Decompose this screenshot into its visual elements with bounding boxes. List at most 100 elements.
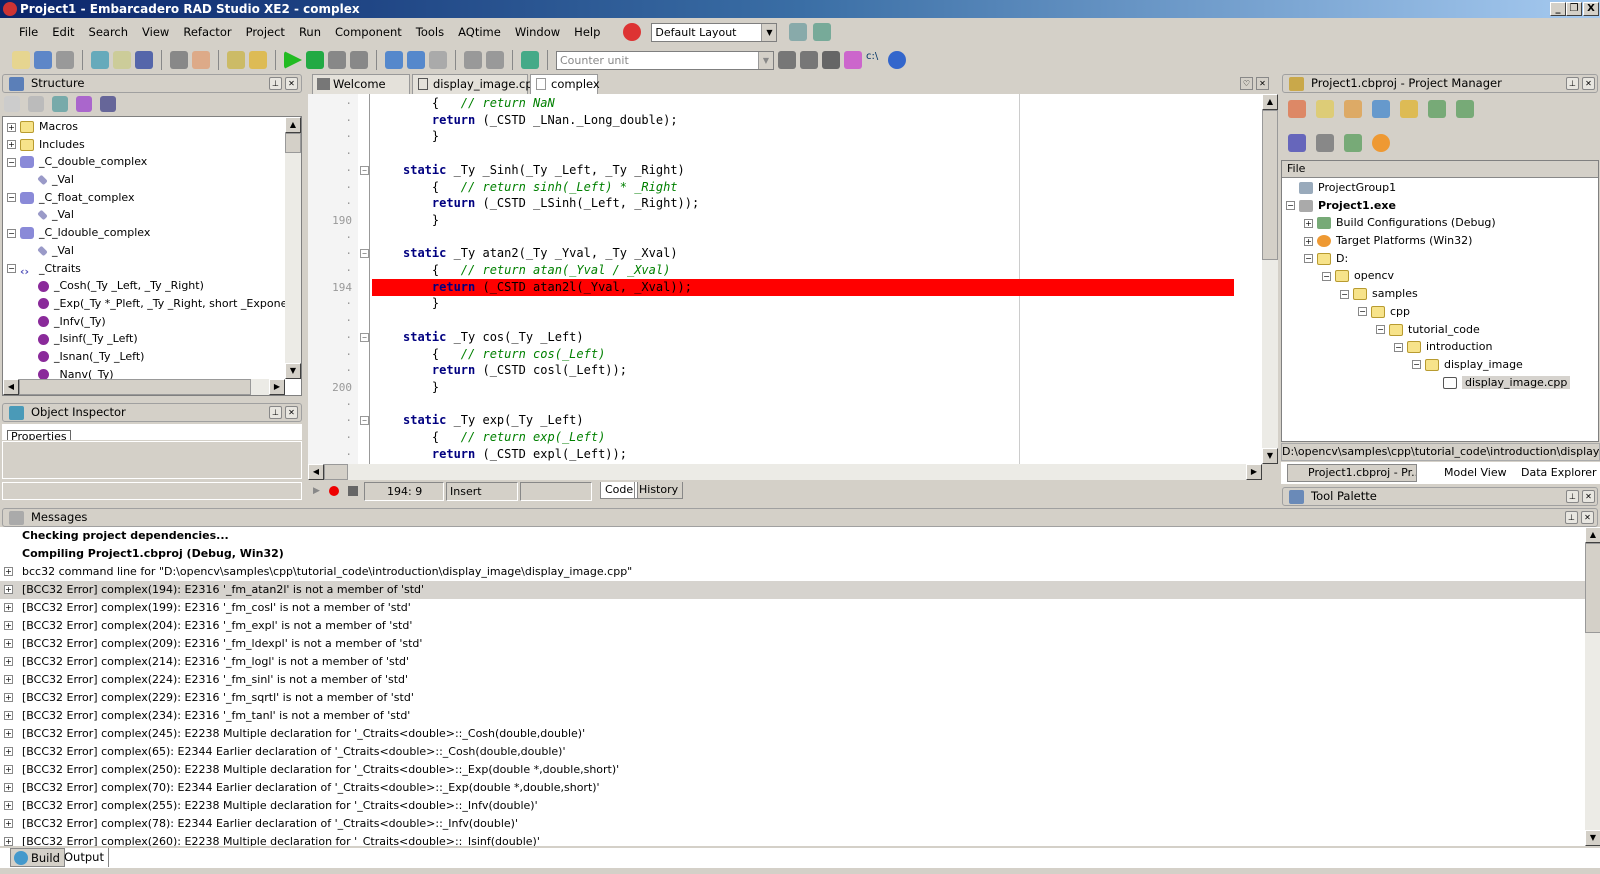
editor-horizontal-scrollbar[interactable]: ◀ ▶ [308,464,1262,480]
expand-icon[interactable]: + [1304,218,1313,228]
save-desktop-icon[interactable] [789,23,808,41]
tree-item[interactable]: + Target Platforms (Win32) [1282,232,1598,250]
tree-item[interactable]: − _C_double_complex [3,153,301,171]
expand-icon[interactable]: + [7,140,16,150]
tab-properties[interactable]: Properties [7,430,71,440]
scroll-left-button[interactable]: ◀ [3,379,19,395]
collapse-icon[interactable]: − [1394,342,1403,352]
menu-project[interactable]: Project [239,25,292,39]
menu-view[interactable]: View [135,25,176,39]
expand-icon[interactable]: + [4,621,13,630]
message-row[interactable]: + [BCC32 Error] complex(234): E2316 '_fm_… [0,707,1585,725]
scroll-thumb[interactable] [285,133,301,153]
pin-icon[interactable]: ⊥ [1566,77,1579,90]
collapse-icon[interactable]: − [1358,307,1367,317]
tree-item[interactable]: − opencv [1282,267,1598,285]
columns-icon[interactable] [100,96,116,112]
add-new-icon[interactable] [1288,100,1306,118]
tree-item[interactable]: − ‹› _Ctraits [3,260,301,278]
record-macro-icon[interactable] [329,486,339,496]
tree-item[interactable]: − cpp [1282,303,1598,321]
tab-display-image-cpp[interactable]: display_image.cpp [412,74,540,94]
list-icon[interactable] [1288,134,1306,152]
pause-icon[interactable] [328,51,346,69]
tree-item[interactable]: − Project1.exe [1282,197,1598,215]
message-row[interactable]: + [BCC32 Error] complex(65): E2344 Earlie… [0,743,1585,761]
tree-item[interactable]: _Isnan(_Ty _Left) [3,348,301,366]
add-file-icon[interactable] [227,51,245,69]
editor-vertical-scrollbar[interactable]: ▲ ▼ [1262,94,1278,464]
tree-item[interactable]: − _C_float_complex [3,189,301,207]
tree-item[interactable]: _Val [3,171,301,189]
tool-palette-header[interactable]: Tool Palette ⊥ ✕ [1282,487,1598,506]
tree-item[interactable]: display_image.cpp [1282,374,1598,392]
tab-project-manager[interactable]: Project1.cbproj - Pr... [1287,464,1417,482]
debug-desktop-icon[interactable] [813,23,832,41]
close-button[interactable]: X [1583,2,1599,16]
build-config-icon[interactable] [1344,134,1362,152]
message-row[interactable]: + [BCC32 Error] complex(194): E2316 '_fm_… [0,581,1585,599]
step-over-icon[interactable] [407,51,425,69]
message-row[interactable]: + [BCC32 Error] complex(224): E2316 '_fm_… [0,671,1585,689]
scroll-thumb[interactable] [1262,110,1278,260]
pin-icon[interactable]: ⊥ [269,406,282,419]
minimize-button[interactable]: _ [1550,2,1566,16]
message-row[interactable]: Checking project dependencies... [0,527,1585,545]
code-editor[interactable]: · { // return NaN · return (_CSTD _LNan._… [308,94,1263,464]
chevron-down-icon[interactable]: ▼ [761,23,777,41]
save-icon[interactable] [135,51,153,69]
message-row[interactable]: + [BCC32 Error] complex(260): E2238 Multi… [0,833,1585,846]
counter-unit-combo[interactable]: Counter unit ▼ [556,50,774,70]
message-row[interactable]: + [BCC32 Error] complex(204): E2316 '_fm_… [0,617,1585,635]
open-file-icon[interactable] [192,51,210,69]
tree-item[interactable]: + Macros [3,118,301,136]
expand-icon[interactable]: + [4,657,13,666]
scroll-right-button[interactable]: ▶ [1246,464,1262,480]
scroll-left-button[interactable]: ◀ [308,464,324,480]
expand-icon[interactable]: + [4,567,13,576]
collapse-icon[interactable]: − [1340,289,1349,299]
filter-icon[interactable] [52,96,68,112]
open-folder-icon[interactable] [1344,100,1362,118]
menu-edit[interactable]: Edit [45,25,81,39]
message-row[interactable]: + [BCC32 Error] complex(255): E2238 Multi… [0,797,1585,815]
pin-icon[interactable]: ⊥ [1565,511,1578,524]
expand-icon[interactable]: + [4,747,13,756]
file-column-header[interactable]: File [1282,161,1598,178]
menu-refactor[interactable]: Refactor [176,25,238,39]
target-platform-icon[interactable] [1372,134,1390,152]
tree-item[interactable]: − D: [1282,250,1598,268]
run-without-debug-icon[interactable] [306,51,324,69]
message-row[interactable]: + [BCC32 Error] complex(78): E2344 Earlie… [0,815,1585,833]
pin-icon[interactable]: ⊥ [1566,490,1579,503]
close-icon[interactable]: ✕ [1581,511,1594,524]
scroll-down-button[interactable]: ▼ [1262,448,1278,464]
collapse-icon[interactable]: − [1286,201,1295,211]
collapse-icon[interactable] [1456,100,1474,118]
fold-toggle-icon[interactable]: − [360,416,369,426]
tree-item[interactable]: _Val [3,206,301,224]
run-icon[interactable] [284,51,302,69]
close-icon[interactable]: ✕ [1582,490,1595,503]
expand-icon[interactable]: + [4,783,13,792]
menu-window[interactable]: Window [508,25,567,39]
new-icon[interactable] [91,51,109,69]
command-prompt-icon[interactable]: c:\ [866,51,884,69]
collapse-icon[interactable]: − [7,193,16,203]
calendar-icon[interactable] [1372,100,1390,118]
expand-icon[interactable]: + [4,603,13,612]
tree-item[interactable]: _Isinf(_Ty _Left) [3,330,301,348]
message-row[interactable]: + [BCC32 Error] complex(209): E2316 '_fm_… [0,635,1585,653]
tree-item[interactable]: − samples [1282,285,1598,303]
message-row[interactable]: Compiling Project1.cbproj (Debug, Win32) [0,545,1585,563]
collapse-icon[interactable]: − [7,228,16,238]
expand-icon[interactable]: + [4,585,13,594]
menu-component[interactable]: Component [328,25,409,39]
message-row[interactable]: + [BCC32 Error] complex(229): E2316 '_fm_… [0,689,1585,707]
layout-combo[interactable]: Default Layout ▼ [651,22,778,42]
tab-welcome-page[interactable]: Welcome Page [312,74,410,109]
vertical-scrollbar[interactable]: ▲ ▼ [285,117,301,379]
collapse-icon[interactable]: − [1322,271,1331,281]
open-icon[interactable] [12,51,30,69]
forward-icon[interactable] [486,51,504,69]
